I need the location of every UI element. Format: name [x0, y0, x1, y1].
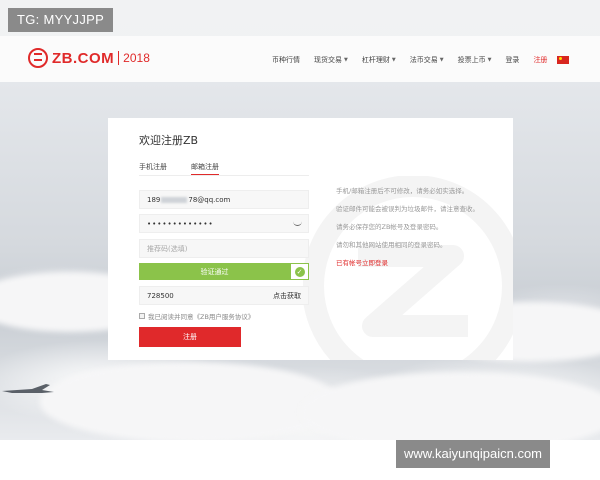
agreement-text[interactable]: 我已阅读并同意《ZB用户服务协议》: [148, 311, 254, 321]
tip-text: 手机/邮箱注册后不可修改，请务必如实选择。: [336, 187, 469, 195]
china-flag-icon[interactable]: [557, 56, 570, 64]
nav-label: 登录: [505, 56, 520, 64]
email-suffix: 78@qq.com: [188, 195, 231, 204]
tab-email[interactable]: 邮箱注册: [191, 162, 219, 176]
slide-verify[interactable]: 验证通过 ✓: [139, 263, 309, 280]
email-prefix: 189: [147, 195, 161, 204]
nav-login[interactable]: 登录: [505, 55, 519, 65]
logo[interactable]: ZB.COM 2018: [28, 45, 150, 71]
nav-label: 投票上币: [457, 56, 486, 64]
nav-otc[interactable]: 法币交易 ▼: [410, 55, 444, 65]
tip-text: 请勿和其他网站使用相同的登录密码。: [336, 241, 447, 249]
tab-phone[interactable]: 手机注册: [139, 162, 167, 176]
nav-vote[interactable]: 投票上币 ▼: [458, 55, 492, 65]
zb-logo-icon: [28, 48, 48, 68]
verify-bar: 验证通过: [139, 263, 290, 280]
site-watermark: www.kaiyunqipaicn.com: [396, 440, 551, 468]
invite-placeholder: 推荐码(选填): [147, 244, 188, 253]
caret-down-icon: ▼: [391, 57, 396, 63]
nav-label: 法币交易: [409, 56, 438, 64]
logo-text: ZB.COM: [52, 49, 115, 67]
check-icon: ✓: [294, 266, 305, 277]
page-title: 欢迎注册ZB: [139, 134, 199, 147]
telegram-watermark: TG: MYYJJPP: [8, 8, 114, 32]
screenshot: ZB.COM 2018 币种行情 现货交易 ▼ 杠杆理财 ▼ 法币交易 ▼ 投票上币 ▼…: [0, 0, 600, 440]
code-value: 728500: [147, 291, 174, 300]
cloud: [40, 362, 340, 440]
top-navbar: ZB.COM 2018 币种行情 现货交易 ▼ 杠杆理财 ▼ 法币交易 ▼ 投票上币 ▼…: [0, 36, 600, 82]
agree-checkbox[interactable]: [139, 313, 145, 319]
password-mask: •••••••••••••: [147, 219, 214, 228]
nav-market[interactable]: 币种行情: [272, 55, 300, 65]
caret-down-icon: ▼: [487, 57, 492, 63]
register-tabs: 手机注册 邮箱注册: [139, 162, 219, 176]
verify-handle[interactable]: ✓: [290, 263, 309, 280]
agreement-row[interactable]: 我已阅读并同意《ZB用户服务协议》: [139, 311, 254, 321]
eye-closed-icon[interactable]: [293, 220, 302, 226]
get-code-button[interactable]: 点击获取: [273, 291, 301, 301]
nav-label: 现货交易: [314, 56, 342, 64]
register-button[interactable]: 注册: [139, 327, 241, 347]
logo-divider: [118, 51, 120, 65]
logo-year: 2018: [123, 51, 150, 65]
tips-panel: 手机/邮箱注册后不可修改，请务必如实选择。 验证邮件可能会被误判为垃圾邮件，请注…: [336, 187, 506, 277]
nav-label: 杠杆理财: [361, 56, 390, 64]
nav-spot[interactable]: 现货交易 ▼: [314, 55, 348, 65]
caret-down-icon: ▼: [439, 57, 444, 63]
nav-label: 币种行情: [272, 56, 300, 64]
invite-code-field[interactable]: 推荐码(选填): [139, 239, 309, 258]
nav-register[interactable]: 注册: [533, 55, 547, 65]
cloud: [300, 372, 600, 440]
register-card: 欢迎注册ZB 手机注册 邮箱注册 189 78@qq.com •••••••••…: [108, 118, 513, 360]
verification-code-field[interactable]: 728500 点击获取: [139, 286, 309, 305]
nav-label: 注册: [533, 56, 548, 64]
nav-margin[interactable]: 杠杆理财 ▼: [362, 55, 396, 65]
tip-text: 验证邮件可能会被误判为垃圾邮件，请注意查收。: [336, 205, 479, 213]
tip-text: 请务必保存您的ZB帐号及登录密码。: [336, 223, 443, 231]
tabs-divider: [139, 175, 309, 176]
email-field[interactable]: 189 78@qq.com: [139, 190, 309, 209]
login-link[interactable]: 已有帐号立即登录: [336, 259, 506, 268]
airplane-icon: [2, 384, 54, 393]
password-field[interactable]: •••••••••••••: [139, 214, 309, 233]
caret-down-icon: ▼: [344, 57, 348, 63]
email-redaction: [161, 196, 188, 203]
main-nav: 币种行情 现货交易 ▼ 杠杆理财 ▼ 法币交易 ▼ 投票上币 ▼ 登录 注册: [272, 51, 570, 69]
